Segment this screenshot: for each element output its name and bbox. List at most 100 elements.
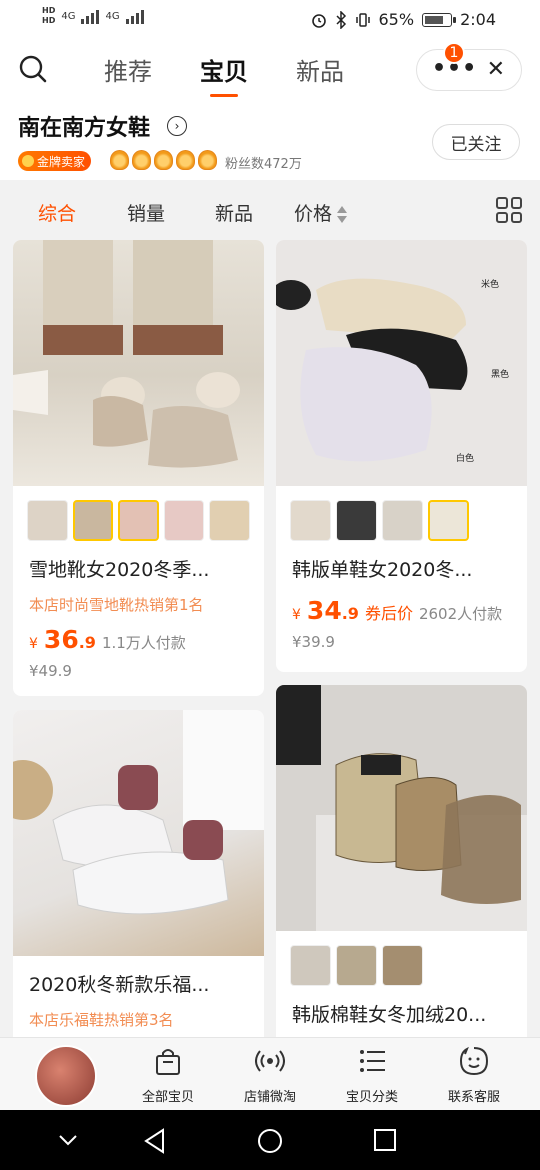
currency-symbol: ¥ (292, 607, 301, 623)
ranking-tag: 本店乐福鞋热销第3名 (29, 1011, 174, 1029)
product-card[interactable]: 雪地靴女2020冬季... 本店时尚雪地靴热销第1名 ¥ 36 .9 1.1万人… (13, 240, 264, 696)
image-label-beige: 米色 (481, 278, 499, 290)
product-title: 韩版单鞋女2020冬... (292, 559, 473, 581)
thumbnail[interactable] (382, 945, 423, 986)
thumbnail[interactable] (27, 500, 68, 541)
store-avatar[interactable] (35, 1045, 97, 1107)
close-button[interactable]: ✕ (487, 57, 505, 82)
system-navigation-bar (0, 1110, 540, 1170)
color-thumbnails (276, 486, 527, 541)
product-card[interactable]: 韩版棉鞋女冬加绒20... (276, 685, 527, 1050)
bag-icon (156, 1049, 180, 1075)
original-price: ¥39.9 (292, 633, 335, 651)
thumbnail[interactable] (118, 500, 159, 541)
product-card[interactable]: 2020秋冬新款乐福... 本店乐福鞋热销第3名 (13, 710, 264, 1050)
crown-icon (198, 150, 217, 170)
tab-recommend[interactable]: 推荐 (100, 50, 156, 89)
mini-program-capsule: ••• 1 ✕ (416, 42, 522, 91)
chevron-right-icon[interactable]: › (167, 116, 187, 136)
store-name[interactable]: 南在南方女鞋 (18, 110, 150, 142)
thumbnail[interactable] (336, 500, 377, 541)
grid-view-icon[interactable] (496, 197, 522, 223)
filter-price[interactable]: 价格 (294, 199, 348, 226)
product-image[interactable] (13, 710, 264, 956)
thumbnail[interactable] (72, 500, 114, 541)
thumbnail[interactable] (290, 500, 331, 541)
alarm-icon (311, 13, 326, 28)
hd-indicator: HD HD (42, 6, 56, 25)
currency-symbol: ¥ (29, 636, 38, 652)
nav-customer-service[interactable]: 联系客服 (429, 1046, 519, 1105)
seller-rating-crowns (110, 150, 217, 170)
system-indicators: 65% 2:04 (311, 10, 496, 29)
thumbnail[interactable] (209, 500, 250, 541)
thumbnail[interactable] (336, 945, 377, 986)
filter-sales[interactable]: 销量 (127, 199, 165, 226)
sort-arrows-icon (336, 205, 348, 225)
status-bar: HD HD 4G 4G 65% 2:04 (0, 0, 540, 40)
product-image[interactable] (13, 240, 264, 486)
price-decimal: .9 (78, 633, 96, 652)
tab-new[interactable]: 新品 (292, 50, 348, 89)
clock: 2:04 (460, 10, 496, 29)
coupon-label: 券后价 (364, 604, 413, 623)
price-row: ¥ 34 .9 券后价 2602人付款 (276, 582, 527, 625)
sold-count: 2602人付款 (418, 605, 503, 623)
crown-icon (154, 150, 173, 170)
recents-icon[interactable] (373, 1128, 397, 1152)
image-label-black: 黑色 (491, 368, 509, 380)
crown-icon (110, 150, 129, 170)
nav-store-feed[interactable]: 店铺微淘 (225, 1046, 315, 1105)
top-header: 推荐 宝贝 新品 ••• 1 ✕ (0, 40, 540, 100)
nav-categories[interactable]: 宝贝分类 (327, 1046, 417, 1105)
product-title: 雪地靴女2020冬季... (29, 559, 210, 581)
search-icon[interactable] (18, 54, 48, 84)
signal-icon-2 (125, 8, 144, 24)
network-type-2: 4G (105, 10, 120, 22)
thumbnail[interactable] (382, 500, 423, 541)
product-card[interactable]: 米色 黑色 白色 韩版单鞋女2020冬... ¥ 34 .9 券后价 2602人… (276, 240, 527, 672)
thumbnail[interactable] (290, 945, 331, 986)
store-bottom-nav: 全部宝贝 店铺微淘 宝贝分类 联系客服 (0, 1037, 540, 1110)
filter-bar: 综合 销量 新品 价格 (0, 180, 540, 240)
fans-count: 粉丝数472万 (225, 157, 302, 172)
chevron-down-icon[interactable] (57, 1132, 79, 1148)
product-image[interactable] (276, 685, 527, 931)
product-title: 2020秋冬新款乐福... (29, 974, 210, 996)
original-price: ¥49.9 (29, 662, 72, 680)
sold-count: 1.1万人付款 (101, 634, 186, 652)
crown-icon (176, 150, 195, 170)
network-indicators: HD HD 4G 4G (42, 6, 144, 26)
gold-seller-badge: 金牌卖家 (18, 151, 92, 171)
color-thumbnails (13, 486, 264, 541)
medal-icon (22, 155, 34, 167)
filter-new[interactable]: 新品 (215, 199, 253, 226)
thumbnail[interactable] (163, 500, 205, 541)
filter-comprehensive[interactable]: 综合 (38, 199, 76, 226)
notification-badge: 1 (443, 42, 465, 64)
bluetooth-icon (335, 10, 346, 29)
battery-percent: 65% (378, 10, 415, 29)
tab-products[interactable]: 宝贝 (196, 50, 252, 89)
store-info: 南在南方女鞋 › 金牌卖家 粉丝数472万 已关注 (0, 100, 540, 180)
network-type-1: 4G (61, 10, 76, 22)
price-row: ¥ 36 .9 1.1万人付款 (13, 615, 264, 654)
home-icon[interactable] (257, 1128, 283, 1154)
product-image[interactable]: 米色 黑色 白色 (276, 240, 527, 486)
vibrate-icon (355, 12, 370, 27)
follow-button[interactable]: 已关注 (432, 124, 520, 160)
color-thumbnails (276, 931, 527, 986)
chat-face-icon (459, 1046, 489, 1076)
thumbnail[interactable] (428, 500, 469, 541)
signal-icon (81, 8, 100, 24)
nav-all-products[interactable]: 全部宝贝 (123, 1046, 213, 1105)
price-decimal: .9 (341, 604, 359, 623)
broadcast-icon (255, 1050, 285, 1072)
back-icon[interactable] (143, 1128, 167, 1154)
ranking-tag: 本店时尚雪地靴热销第1名 (29, 596, 204, 614)
image-label-white: 白色 (456, 452, 474, 464)
crown-icon (132, 150, 151, 170)
battery-icon (422, 12, 457, 27)
list-icon (360, 1050, 385, 1072)
product-title: 韩版棉鞋女冬加绒20... (292, 1004, 487, 1026)
